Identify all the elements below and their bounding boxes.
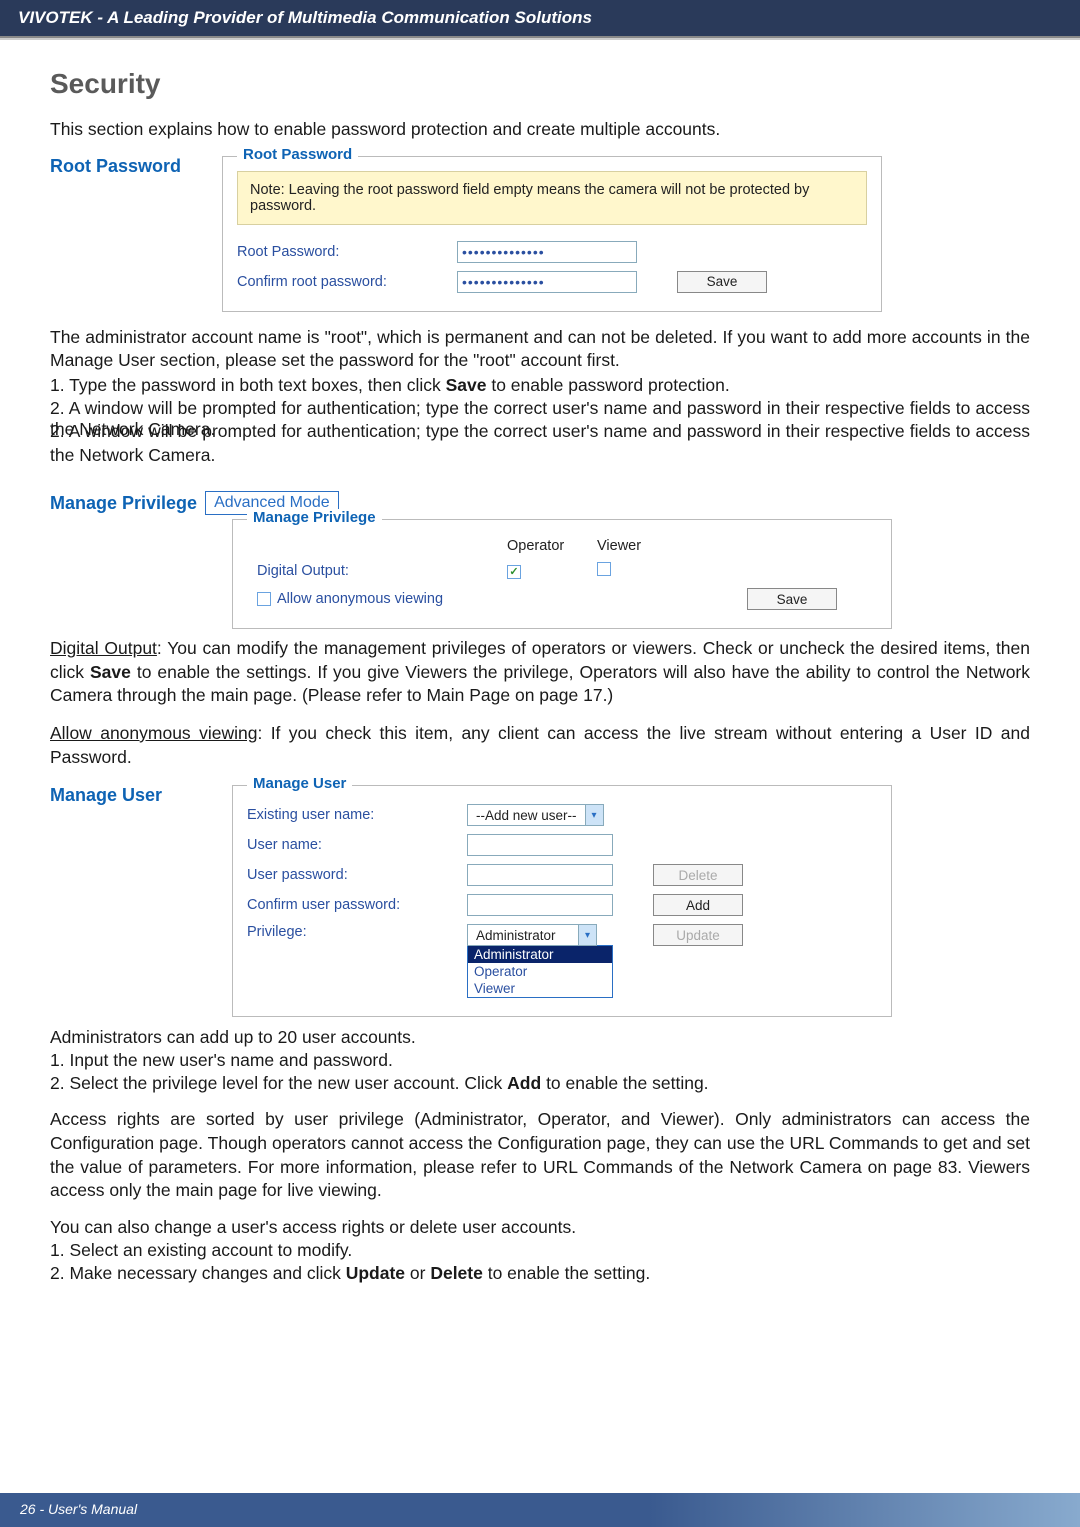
- list-step-1: 1. Type the password in both text boxes,…: [50, 375, 1030, 396]
- intro-text: This section explains how to enable pass…: [50, 118, 1030, 142]
- page-header: VIVOTEK - A Leading Provider of Multimed…: [0, 0, 1080, 38]
- col-operator: Operator: [497, 534, 587, 558]
- add-button[interactable]: Add: [653, 894, 743, 916]
- user-password-label: User password:: [247, 867, 467, 883]
- root-password-label: Root Password:: [237, 244, 457, 260]
- confirm-user-password-input[interactable]: [467, 894, 613, 916]
- root-password-input[interactable]: ••••••••••••••: [457, 241, 637, 263]
- digital-output-viewer-checkbox[interactable]: [597, 562, 611, 576]
- col-viewer: Viewer: [587, 534, 677, 558]
- change-rights-paragraph: You can also change a user's access righ…: [50, 1217, 1030, 1238]
- content-area: Security This section explains how to en…: [0, 40, 1080, 1284]
- confirm-root-password-input[interactable]: ••••••••••••••: [457, 271, 637, 293]
- privilege-option-viewer[interactable]: Viewer: [468, 980, 612, 997]
- allow-anonymous-paragraph: Allow anonymous viewing: If you check th…: [50, 722, 1030, 769]
- confirm-root-password-label: Confirm root password:: [237, 274, 457, 290]
- mu-step-1: 1. Select an existing account to modify.: [50, 1240, 1030, 1261]
- access-rights-paragraph: Access rights are sorted by user privile…: [50, 1108, 1030, 1203]
- existing-user-label: Existing user name:: [247, 807, 467, 823]
- page-footer: 26 - User's Manual: [0, 1493, 1080, 1527]
- allow-anonymous-checkbox[interactable]: [257, 592, 271, 606]
- root-password-heading: Root Password: [50, 156, 212, 177]
- list-step-2-text: 2. A window will be prompted for authent…: [50, 420, 1030, 467]
- save-button[interactable]: Save: [677, 271, 767, 293]
- privilege-option-operator[interactable]: Operator: [468, 963, 612, 980]
- update-button[interactable]: Update: [653, 924, 743, 946]
- manage-user-heading: Manage User: [50, 785, 222, 806]
- manage-user-fieldset: Manage User Existing user name: --Add ne…: [232, 785, 892, 1017]
- confirm-user-password-label: Confirm user password:: [247, 897, 467, 913]
- mu-step-2: 2. Make necessary changes and click Upda…: [50, 1263, 1030, 1284]
- row-digital-output-label: Digital Output:: [247, 558, 497, 584]
- admin-paragraph: The administrator account name is "root"…: [50, 326, 1030, 373]
- mu-line-2: 2. Select the privilege level for the ne…: [50, 1073, 1030, 1094]
- manage-privilege-fieldset: Manage Privilege Operator Viewer Digital…: [232, 519, 892, 629]
- root-password-fieldset: Root Password Note: Leaving the root pas…: [222, 156, 882, 312]
- manage-privilege-heading: Manage Privilege: [50, 493, 197, 514]
- privilege-label: Privilege:: [247, 924, 467, 940]
- chevron-down-icon: ▾: [578, 925, 596, 945]
- fieldset-legend-root: Root Password: [237, 146, 358, 163]
- page-title: Security: [50, 68, 1030, 100]
- mu-line-0: Administrators can add up to 20 user acc…: [50, 1027, 1030, 1048]
- username-label: User name:: [247, 837, 467, 853]
- allow-anonymous-label: Allow anonymous viewing: [277, 591, 443, 607]
- digital-output-paragraph: Digital Output: You can modify the manag…: [50, 637, 1030, 708]
- privilege-dropdown-list: Administrator Operator Viewer: [467, 945, 613, 998]
- save-privilege-button[interactable]: Save: [747, 588, 837, 610]
- fieldset-legend-user: Manage User: [247, 775, 352, 792]
- chevron-down-icon: ▾: [585, 805, 603, 825]
- mu-line-1: 1. Input the new user's name and passwor…: [50, 1050, 1030, 1071]
- delete-button[interactable]: Delete: [653, 864, 743, 886]
- existing-user-select[interactable]: --Add new user-- ▾: [467, 804, 604, 826]
- digital-output-operator-checkbox[interactable]: [507, 565, 521, 579]
- privilege-select[interactable]: Administrator ▾: [467, 924, 597, 946]
- fieldset-legend-privilege: Manage Privilege: [247, 509, 382, 526]
- root-password-note: Note: Leaving the root password field em…: [237, 171, 867, 225]
- username-input[interactable]: [467, 834, 613, 856]
- user-password-input[interactable]: [467, 864, 613, 886]
- privilege-option-administrator[interactable]: Administrator: [468, 946, 612, 963]
